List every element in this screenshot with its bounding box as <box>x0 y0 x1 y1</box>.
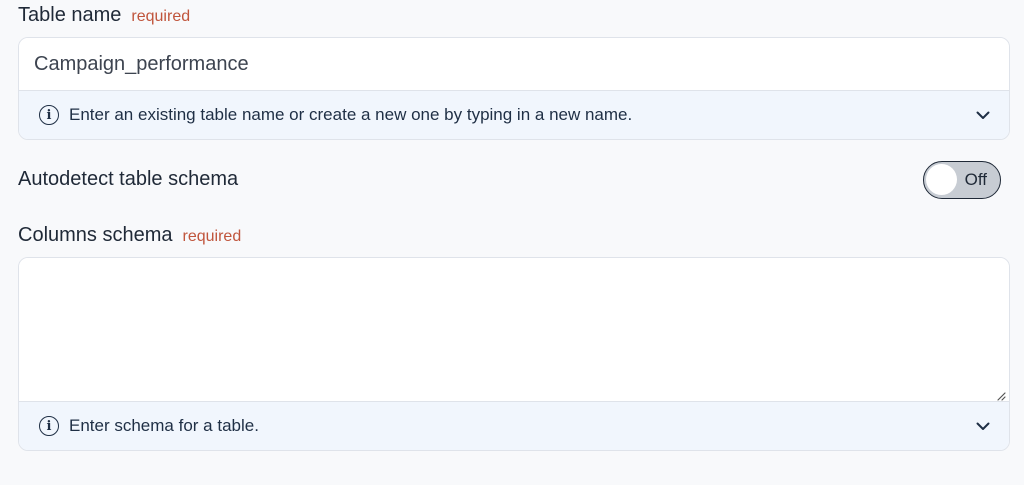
table-name-field: i Enter an existing table name or create… <box>18 37 1010 140</box>
info-icon: i <box>39 416 59 436</box>
columns-schema-textarea[interactable] <box>19 258 1009 401</box>
autodetect-schema-toggle[interactable]: Off <box>923 161 1001 199</box>
table-name-hint[interactable]: i Enter an existing table name or create… <box>19 90 1009 139</box>
chevron-down-icon[interactable] <box>973 105 993 125</box>
chevron-down-icon[interactable] <box>973 416 993 436</box>
columns-schema-hint-text: Enter schema for a table. <box>69 416 259 435</box>
toggle-state-text: Off <box>964 170 987 189</box>
table-name-label-text: Table name <box>18 4 122 26</box>
columns-schema-field: i Enter schema for a table. <box>18 257 1010 451</box>
info-icon: i <box>39 105 59 125</box>
columns-schema-required-badge: required <box>182 228 242 245</box>
columns-schema-label: Columns schema required <box>18 224 241 247</box>
resize-handle-icon[interactable] <box>996 388 1006 401</box>
columns-schema-hint[interactable]: i Enter schema for a table. <box>19 401 1009 450</box>
table-settings-form: Table name required i Enter an existing … <box>0 0 1024 485</box>
table-name-label: Table name required <box>18 4 190 27</box>
columns-schema-textarea-wrapper[interactable] <box>19 258 1009 401</box>
columns-schema-label-text: Columns schema <box>18 224 173 246</box>
toggle-knob <box>926 164 957 195</box>
table-name-input-wrapper[interactable] <box>19 38 1009 90</box>
table-name-required-badge: required <box>131 8 191 25</box>
table-name-input[interactable] <box>34 52 994 76</box>
autodetect-schema-label: Autodetect table schema <box>18 168 239 190</box>
table-name-hint-text: Enter an existing table name or create a… <box>69 105 633 124</box>
